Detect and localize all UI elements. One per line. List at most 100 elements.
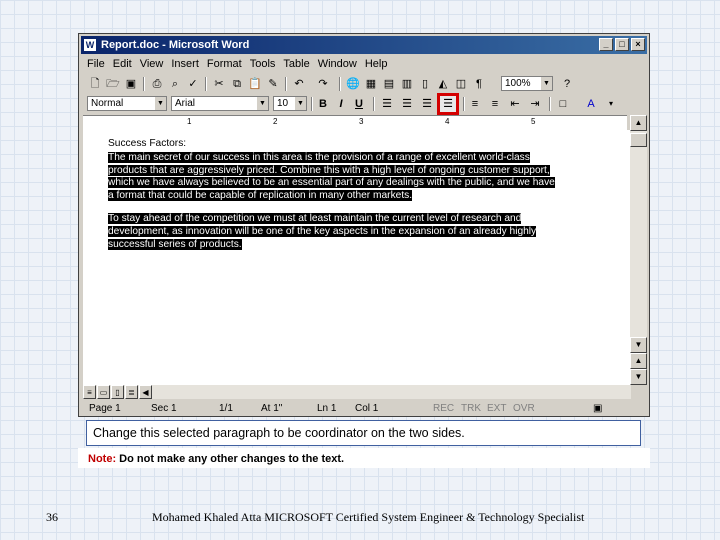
menu-window[interactable]: Window [314,56,361,73]
horizontal-ruler: 1 2 3 4 5 [83,115,627,131]
font-size-select[interactable]: 10 ▼ [273,96,307,111]
hyperlink-icon[interactable]: 🌐 [345,76,361,92]
ruler-mark: 2 [273,117,278,126]
menu-bar: File Edit View Insert Format Tools Table… [83,56,645,73]
chevron-down-icon: ▼ [257,97,268,110]
font-size-value: 10 [277,98,289,109]
menu-format[interactable]: Format [203,56,246,73]
word-window: W Report.doc - Microsoft Word _ □ × File… [78,33,650,417]
outline-view-icon[interactable]: ≣ [125,385,138,399]
menu-table[interactable]: Table [279,56,313,73]
paragraph-line: development, as innovation will be one o… [108,225,537,237]
decrease-indent-icon[interactable]: ⇤ [507,96,523,112]
ruler-mark: 4 [445,117,450,126]
scroll-thumb[interactable] [630,133,647,147]
zoom-select[interactable]: 100% ▼ [501,76,553,91]
close-button[interactable]: × [631,38,645,51]
numbering-icon[interactable]: ≡ [467,96,483,112]
bold-button[interactable]: B [315,96,331,112]
status-bar: Page 1 Sec 1 1/1 At 1" Ln 1 Col 1 REC TR… [83,402,645,416]
font-select[interactable]: Arial ▼ [171,96,269,111]
style-select[interactable]: Normal ▼ [87,96,167,111]
footer-text: Mohamed Khaled Atta MICROSOFT Certified … [152,510,585,524]
align-left-icon[interactable]: ☰ [379,96,395,112]
document-area[interactable]: Success Factors: The main secret of our … [83,130,631,385]
open-folder-icon[interactable]: 🗁 [105,76,121,92]
increase-indent-icon[interactable]: ⇥ [527,96,543,112]
note-bar: Note: Do not make any other changes to t… [78,448,650,468]
status-at: At 1" [261,403,283,414]
horizontal-scrollbar[interactable]: ≡ ▭ ▯ ≣ ◀ [83,385,631,399]
normal-view-icon[interactable]: ≡ [83,385,96,399]
spelling-icon[interactable]: ✓ [185,76,201,92]
selected-paragraph[interactable]: To stay ahead of the competition we must… [108,212,620,251]
align-right-icon[interactable]: ☰ [419,96,435,112]
copy-icon[interactable]: ⧉ [229,76,245,92]
selected-paragraph[interactable]: The main secret of our success in this a… [108,151,620,203]
vertical-scrollbar[interactable]: ▲ ▼ ▲ ▼ [630,115,647,385]
status-rec[interactable]: REC [433,402,454,416]
format-painter-icon[interactable]: ✎ [265,76,281,92]
menu-tools[interactable]: Tools [246,56,280,73]
web-view-icon[interactable]: ▭ [97,385,110,399]
previous-page-icon[interactable]: ▲ [630,353,647,369]
print-view-icon[interactable]: ▯ [111,385,124,399]
redo-icon[interactable]: ↷ [315,76,331,92]
status-ext[interactable]: EXT [487,402,506,416]
status-section: Sec 1 [151,403,177,414]
new-document-icon[interactable]: 🗋 [87,76,103,92]
tables-borders-icon[interactable]: ▦ [363,76,379,92]
paragraph-line: which we have always believed to be an e… [108,177,555,189]
status-trk[interactable]: TRK [461,402,481,416]
status-ovr[interactable]: OVR [513,402,535,416]
paste-icon[interactable]: 📋 [247,76,263,92]
cut-icon[interactable]: ✂ [211,76,227,92]
status-page-count: 1/1 [219,403,233,414]
show-hide-icon[interactable]: ¶ [471,76,487,92]
help-icon[interactable]: ? [559,76,575,92]
drawing-icon[interactable]: ◭ [435,76,451,92]
underline-button[interactable]: U [351,96,367,112]
undo-icon[interactable]: ↶ [291,76,307,92]
insert-table-icon[interactable]: ▤ [381,76,397,92]
instruction-text: Change this selected paragraph to be coo… [86,420,641,446]
title-bar: W Report.doc - Microsoft Word _ □ × [81,36,647,54]
style-value: Normal [91,98,124,109]
document-map-icon[interactable]: ◫ [453,76,469,92]
columns-icon[interactable]: ▯ [417,76,433,92]
status-line: Ln 1 [317,403,337,414]
font-color-icon[interactable]: A [583,96,599,112]
save-icon[interactable]: ▣ [123,76,139,92]
maximize-button[interactable]: □ [615,38,629,51]
status-page: Page 1 [89,403,121,414]
print-preview-icon[interactable]: ⌕ [167,76,183,92]
chevron-down-icon: ▼ [155,97,166,110]
border-icon[interactable]: □ [555,96,571,112]
menu-file[interactable]: File [83,56,109,73]
window-title: Report.doc - Microsoft Word [101,39,250,51]
document-heading: Success Factors: [108,138,187,149]
insert-excel-icon[interactable]: ▥ [399,76,415,92]
print-icon[interactable]: ⎙ [149,76,165,92]
page-number: 36 [46,510,58,524]
scroll-left-icon[interactable]: ◀ [139,385,152,399]
scroll-down-icon[interactable]: ▼ [630,337,647,353]
menu-view[interactable]: View [136,56,168,73]
zoom-value: 100% [505,78,531,89]
paragraph-line: To stay ahead of the competition we must… [108,212,522,224]
more-buttons-icon[interactable]: ▾ [603,96,619,112]
ruler-mark: 5 [531,117,536,126]
formatting-toolbar: Normal ▼ Arial ▼ 10 ▼ B I U ☰ ☰ ☰ ☰ ≡ ≡ … [83,93,645,115]
spelling-status-icon[interactable]: ▣ [593,402,602,416]
menu-help[interactable]: Help [361,56,392,73]
menu-edit[interactable]: Edit [109,56,136,73]
justify-icon[interactable]: ☰ [437,93,459,115]
menu-insert[interactable]: Insert [167,56,203,73]
next-page-icon[interactable]: ▼ [630,369,647,385]
align-center-icon[interactable]: ☰ [399,96,415,112]
word-icon: W [84,39,96,51]
minimize-button[interactable]: _ [599,38,613,51]
bullets-icon[interactable]: ≡ [487,96,503,112]
italic-button[interactable]: I [333,96,349,112]
scroll-up-icon[interactable]: ▲ [630,115,647,131]
